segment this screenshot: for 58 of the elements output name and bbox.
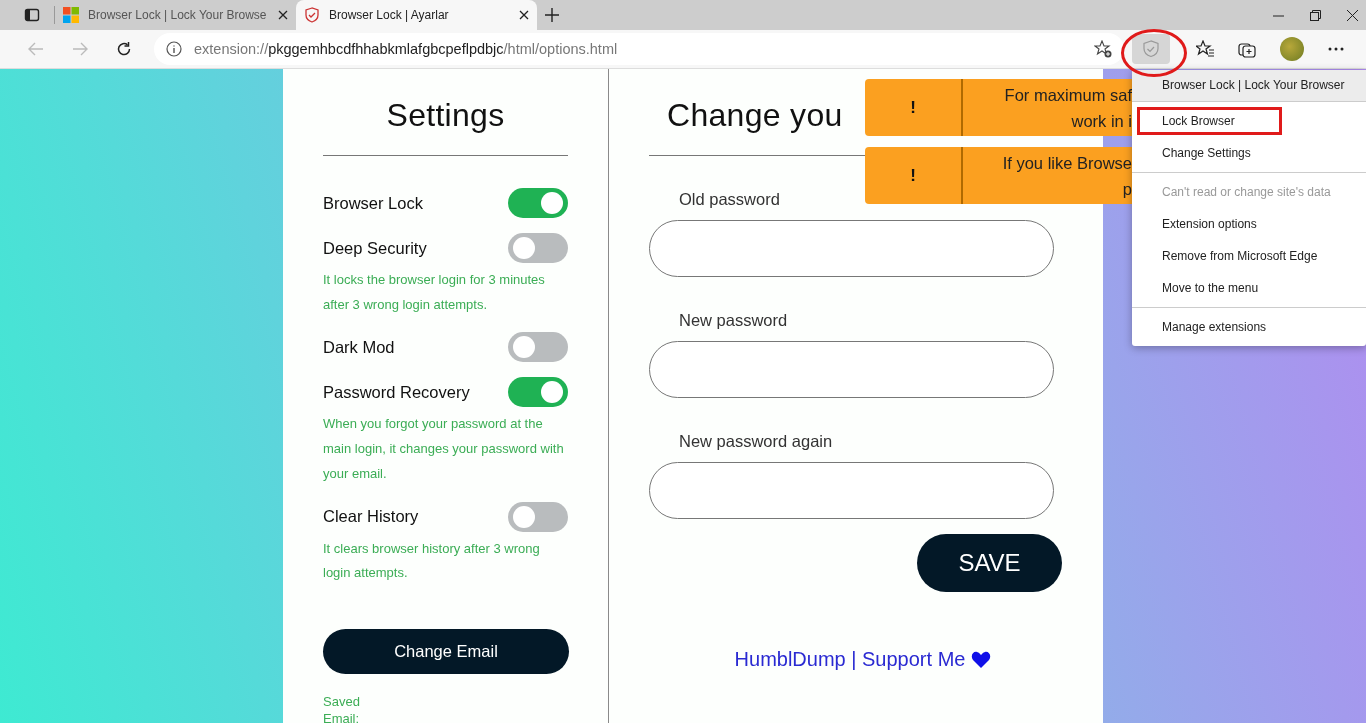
panel-title: Settings bbox=[385, 97, 506, 135]
add-favorite-icon[interactable] bbox=[1094, 40, 1112, 58]
password-field[interactable] bbox=[649, 462, 1054, 519]
collections-icon[interactable] bbox=[1238, 40, 1256, 58]
tab-actions-icon[interactable] bbox=[24, 7, 40, 23]
menu-item[interactable]: Change Settings bbox=[1132, 137, 1366, 169]
favorites-icon[interactable] bbox=[1196, 40, 1214, 58]
field-label: Old password bbox=[679, 190, 781, 209]
panel-title: Change you bbox=[667, 97, 843, 135]
setting-label: Password Recovery bbox=[323, 382, 470, 402]
menu-item[interactable]: Move to the menu bbox=[1132, 272, 1366, 304]
restore-icon[interactable] bbox=[1310, 9, 1321, 21]
toggle-switch[interactable] bbox=[508, 501, 568, 532]
browser-tab[interactable]: Browser Lock | Ayarlar bbox=[296, 0, 537, 30]
field-label: New password again bbox=[679, 432, 834, 451]
menu-item[interactable]: Lock Browser bbox=[1132, 105, 1366, 137]
setting-label: Deep Security bbox=[323, 238, 427, 258]
setting-description: When you forgot your password at the main login, it changes your password with your email. bbox=[323, 415, 565, 483]
setting-label: Browser Lock bbox=[323, 193, 423, 213]
toggle-switch[interactable] bbox=[508, 188, 568, 218]
more-icon[interactable] bbox=[1328, 47, 1344, 51]
url-text: extension://pkggemhbcdfhhabkmlafgbcpeflpdbjc/html/options.html bbox=[194, 41, 618, 57]
support-link[interactable]: HumblDump | Support Me bbox=[734, 648, 992, 671]
menu-header: Browser Lock | Lock Your Browser bbox=[1132, 70, 1366, 101]
heart-icon bbox=[971, 650, 992, 669]
menu-item[interactable]: Extension options bbox=[1132, 208, 1366, 240]
toast-text: For maximum saf bbox=[1003, 84, 1132, 106]
shield-icon bbox=[304, 7, 320, 23]
close-icon[interactable] bbox=[278, 10, 288, 20]
menu-item[interactable]: Manage extensions bbox=[1132, 311, 1366, 343]
toast-text: If you like Browse bbox=[1001, 152, 1132, 174]
windows-logo-icon bbox=[63, 7, 79, 23]
avatar-icon[interactable] bbox=[1280, 37, 1304, 61]
change-email-button[interactable]: Change Email bbox=[323, 628, 569, 674]
setting-label: Dark Mod bbox=[323, 337, 395, 357]
toggle-switch[interactable] bbox=[508, 332, 568, 363]
setting-description: It locks the browser login for 3 minutes after 3 wrong login attempts. bbox=[323, 271, 546, 314]
toast-text: p bbox=[1121, 178, 1132, 200]
reload-icon[interactable] bbox=[116, 41, 132, 57]
address-bar[interactable]: extension://pkggemhbcdfhhabkmlafgbcpeflpdbjc/html/options.html bbox=[154, 33, 1124, 65]
menu-item: Can't read or change site's data bbox=[1161, 184, 1332, 201]
browser-tab[interactable]: Browser Lock | Lock Your Browse bbox=[55, 0, 296, 30]
menu-item[interactable]: Remove from Microsoft Edge bbox=[1132, 240, 1366, 272]
field-label: New password bbox=[679, 311, 789, 330]
toggle-switch[interactable] bbox=[508, 377, 568, 408]
new-tab-icon[interactable] bbox=[545, 8, 559, 22]
password-field[interactable] bbox=[649, 220, 1054, 277]
password-field[interactable] bbox=[649, 341, 1054, 398]
toast-text: work in i bbox=[1070, 110, 1132, 132]
save-button[interactable]: SAVE bbox=[917, 534, 1062, 592]
shield-icon bbox=[1142, 40, 1160, 58]
toggle-switch[interactable] bbox=[508, 233, 568, 263]
setting-description: It clears browser history after 3 wrong login attempts. bbox=[323, 539, 541, 583]
setting-label: Clear History bbox=[323, 507, 419, 526]
info-icon[interactable] bbox=[166, 41, 182, 57]
saved-email-label: Saved Email: bbox=[323, 692, 361, 723]
close-icon[interactable] bbox=[1347, 9, 1358, 21]
close-icon[interactable] bbox=[519, 10, 529, 20]
